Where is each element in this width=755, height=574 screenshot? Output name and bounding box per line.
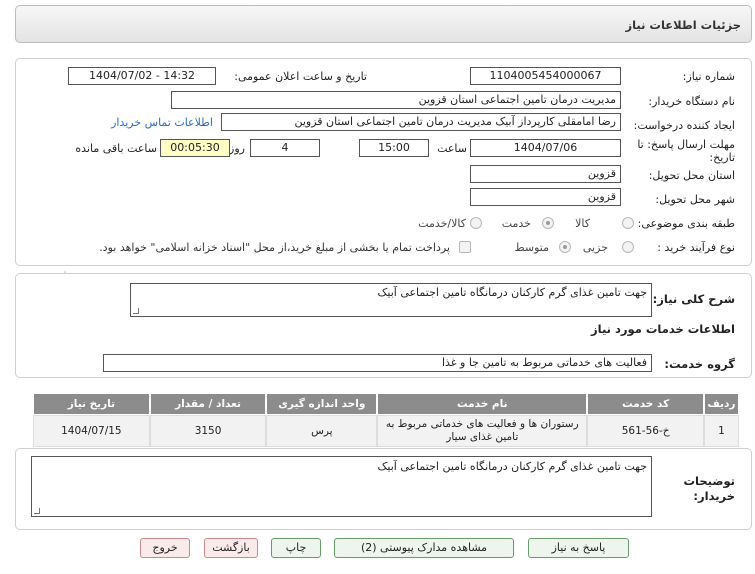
cell-service-name: رستوران ها و فعالیت های خدماتی مربوط به … bbox=[377, 415, 588, 447]
city-label: شهر محل تحویل: bbox=[655, 193, 735, 206]
deadline-label-date: تاریخ: bbox=[709, 151, 735, 164]
buyer-name-field: مدیریت درمان تامین اجتماعی استان قزوین bbox=[171, 91, 621, 109]
buyer-notes-label: توضیحات bbox=[683, 474, 736, 488]
reply-button[interactable]: پاسخ به نیاز bbox=[528, 538, 629, 558]
category-radio-service[interactable] bbox=[542, 217, 554, 229]
need-number-field: 1104005454000067 bbox=[470, 67, 621, 85]
cell-unit: پرس bbox=[266, 415, 378, 447]
table-row[interactable]: 1 خ-56-561 رستوران ها و فعالیت های خدمات… bbox=[33, 415, 739, 447]
view-attachments-button[interactable]: مشاهده مدارک پیوستی (2) bbox=[334, 538, 514, 558]
need-number-label: شماره نیاز: bbox=[682, 70, 735, 83]
deadline-time-field: 15:00 bbox=[359, 139, 429, 157]
page-title: جزئیات اطلاعات نیاز bbox=[625, 18, 741, 32]
services-table: ردیف کد خدمت نام خدمت واحد اندازه گیری ت… bbox=[33, 393, 739, 447]
announce-date-label: تاریخ و ساعت اعلان عمومی: bbox=[234, 70, 367, 83]
process-option-medium: متوسط bbox=[514, 241, 549, 254]
category-label: طبقه بندی موضوعی: bbox=[637, 217, 735, 230]
category-radio-goods-service[interactable] bbox=[470, 217, 482, 229]
treasury-payment-checkbox[interactable] bbox=[459, 241, 471, 253]
summary-resize-handle[interactable] bbox=[133, 308, 139, 314]
time-remaining-field: 00:05:30 bbox=[160, 139, 230, 157]
cell-row-number: 1 bbox=[704, 415, 739, 447]
city-field: قزوین bbox=[470, 188, 621, 206]
treasury-payment-note: پرداخت تمام یا بخشی از مبلغ خرید،از محل … bbox=[99, 241, 450, 254]
time-remaining-label: ساعت باقی مانده bbox=[75, 142, 157, 155]
summary-label: شرح کلی نیاز: bbox=[652, 292, 735, 306]
need-info-panel bbox=[15, 58, 752, 266]
buyer-notes-label-2: خریدار: bbox=[693, 489, 735, 503]
process-option-minor: جزیی bbox=[582, 241, 608, 254]
summary-field: جهت تامین غذای گرم کارکنان درمانگاه تامی… bbox=[130, 283, 652, 317]
deadline-date-field: 1404/07/06 bbox=[470, 139, 621, 157]
service-group-label: گروه خدمت: bbox=[664, 357, 735, 371]
page-header: جزئیات اطلاعات نیاز bbox=[15, 5, 752, 43]
col-service-code: کد خدمت bbox=[587, 393, 704, 415]
col-need-date: تاریخ نیاز bbox=[33, 393, 150, 415]
buyer-notes-field: جهت تامین غذای گرم کارکنان درمانگاه تامی… bbox=[31, 456, 652, 517]
creator-field: رضا امامقلی کارپرداز آبیک مدیریت درمان ت… bbox=[221, 113, 621, 131]
category-option-service: خدمت bbox=[501, 217, 531, 230]
buyer-notes-resize-handle[interactable] bbox=[34, 508, 40, 514]
announce-date-field: 1404/07/02 - 14:32 bbox=[68, 67, 216, 85]
deadline-time-label: ساعت bbox=[437, 142, 467, 155]
exit-button[interactable]: خروج bbox=[140, 538, 190, 558]
cell-need-date: 1404/07/15 bbox=[33, 415, 150, 447]
cell-service-code: خ-56-561 bbox=[587, 415, 704, 447]
buyer-contact-link[interactable]: اطلاعات تماس خریدار bbox=[111, 116, 213, 129]
service-group-field: فعالیت های خدماتی مربوط به تامین جا و غذ… bbox=[103, 354, 652, 372]
creator-label: ایجاد کننده درخواست: bbox=[633, 119, 735, 132]
days-remaining-field: 4 bbox=[250, 139, 320, 157]
col-quantity: تعداد / مقدار bbox=[149, 393, 267, 415]
process-radio-medium[interactable] bbox=[559, 241, 571, 253]
print-button[interactable]: چاپ bbox=[271, 538, 321, 558]
deadline-label: مهلت ارسال پاسخ: تا bbox=[637, 138, 735, 151]
buyer-name-label: نام دستگاه خریدار: bbox=[648, 95, 735, 108]
category-option-goods: کالا bbox=[575, 217, 590, 230]
province-field: قزوین bbox=[470, 165, 621, 183]
cell-quantity: 3150 bbox=[149, 415, 267, 447]
services-section-title: اطلاعات خدمات مورد نیاز bbox=[591, 322, 735, 336]
back-button[interactable]: بازگشت bbox=[204, 538, 258, 558]
category-option-goods-service: کالا/خدمت bbox=[418, 217, 466, 230]
province-label: استان محل تحویل: bbox=[648, 169, 735, 182]
col-unit: واحد اندازه گیری bbox=[266, 393, 378, 415]
col-row-number: ردیف bbox=[704, 393, 739, 415]
process-radio-minor[interactable] bbox=[622, 241, 634, 253]
col-service-name: نام خدمت bbox=[377, 393, 588, 415]
category-radio-goods[interactable] bbox=[622, 217, 634, 229]
process-type-label: نوع فرآیند خرید : bbox=[657, 241, 735, 254]
table-header-row: ردیف کد خدمت نام خدمت واحد اندازه گیری ت… bbox=[33, 393, 739, 415]
